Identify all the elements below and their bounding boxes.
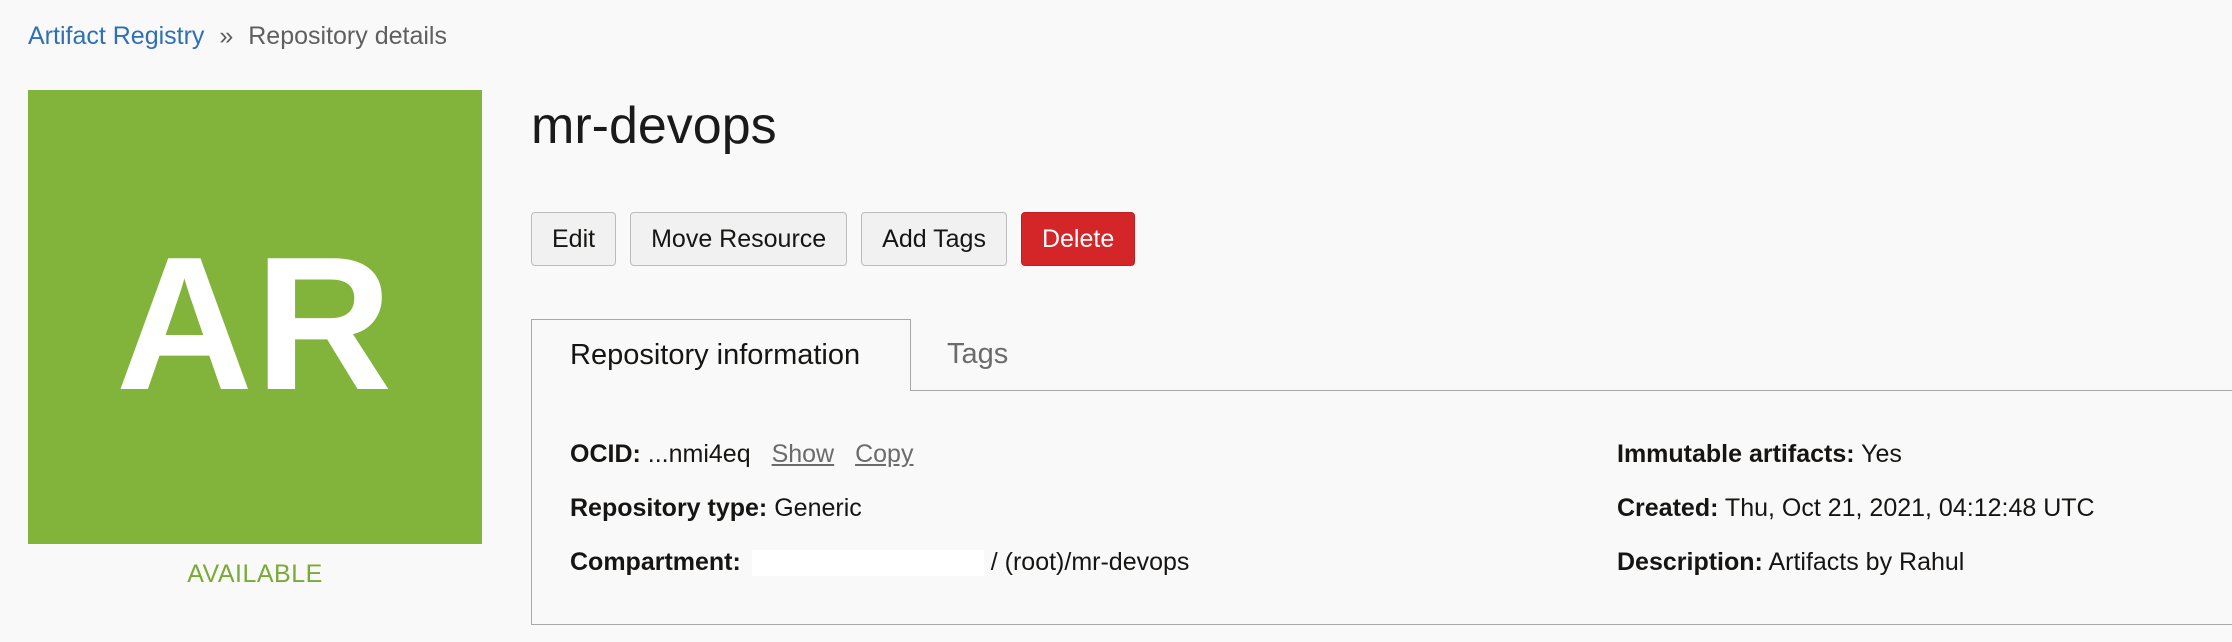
created-value: Thu, Oct 21, 2021, 04:12:48 UTC <box>1724 494 2095 522</box>
delete-button[interactable]: Delete <box>1020 212 1136 266</box>
description-row: Description: Artifacts by Rahul <box>1617 546 1964 578</box>
tab-tags[interactable]: Tags <box>947 319 1008 390</box>
add-tags-button[interactable]: Add Tags <box>861 212 1007 266</box>
compartment-value: / (root)/mr-devops <box>990 548 1190 576</box>
ocid-row: OCID: ...nmi4eq Show Copy <box>570 438 913 470</box>
edit-button[interactable]: Edit <box>531 212 617 266</box>
description-value: Artifacts by Rahul <box>1768 548 1965 576</box>
ocid-show-link[interactable]: Show <box>772 440 835 468</box>
ocid-label: OCID: <box>570 440 641 468</box>
repository-type-value: Generic <box>774 494 862 522</box>
immutable-artifacts-row: Immutable artifacts: Yes <box>1617 438 1902 470</box>
created-row: Created: Thu, Oct 21, 2021, 04:12:48 UTC <box>1617 492 2095 524</box>
description-label: Description: <box>1617 548 1763 576</box>
breadcrumb-current: Repository details <box>248 22 447 50</box>
compartment-row: Compartment: / (root)/mr-devops <box>570 546 1189 578</box>
created-label: Created: <box>1617 494 1719 522</box>
breadcrumb-separator: » <box>219 22 234 50</box>
compartment-label: Compartment: <box>570 548 741 576</box>
repository-type-label: Repository type: <box>570 494 768 522</box>
repository-avatar-tile: AR <box>28 90 482 544</box>
immutable-artifacts-value: Yes <box>1861 440 1902 468</box>
avatar-initials: AR <box>115 218 395 430</box>
breadcrumb: Artifact Registry » Repository details <box>28 20 447 52</box>
repository-information-panel: OCID: ...nmi4eq Show Copy Repository typ… <box>531 390 2232 625</box>
redacted-compartment-name <box>751 550 984 577</box>
move-resource-button[interactable]: Move Resource <box>630 212 848 266</box>
repository-type-row: Repository type: Generic <box>570 492 862 524</box>
action-toolbar: Edit Move Resource Add Tags Delete <box>531 212 1136 266</box>
status-label: AVAILABLE <box>187 560 323 588</box>
tab-repository-information[interactable]: Repository information <box>531 319 911 391</box>
detail-tabs: Repository information Tags <box>531 319 2232 391</box>
breadcrumb-artifact-registry-link[interactable]: Artifact Registry <box>28 22 204 50</box>
page-title: mr-devops <box>531 97 777 155</box>
ocid-value: ...nmi4eq <box>647 440 751 468</box>
ocid-copy-link[interactable]: Copy <box>855 440 913 468</box>
immutable-artifacts-label: Immutable artifacts: <box>1617 440 1855 468</box>
